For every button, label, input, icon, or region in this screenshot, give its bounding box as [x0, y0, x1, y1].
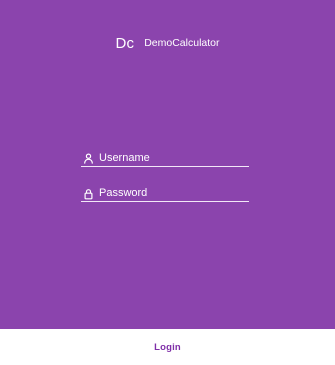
username-field[interactable] [81, 150, 249, 167]
app-header: Dc DemoCalculator [0, 34, 335, 52]
password-input[interactable] [99, 185, 249, 201]
user-icon [83, 152, 94, 164]
username-input[interactable] [99, 150, 249, 166]
login-screen: Dc DemoCalculator [0, 0, 335, 329]
app-title: DemoCalculator [144, 37, 220, 49]
app-logo: Dc [115, 34, 135, 52]
lock-icon [83, 187, 94, 200]
login-button[interactable]: Login [148, 342, 187, 353]
password-field[interactable] [81, 185, 249, 202]
login-bar: Login [0, 329, 335, 365]
